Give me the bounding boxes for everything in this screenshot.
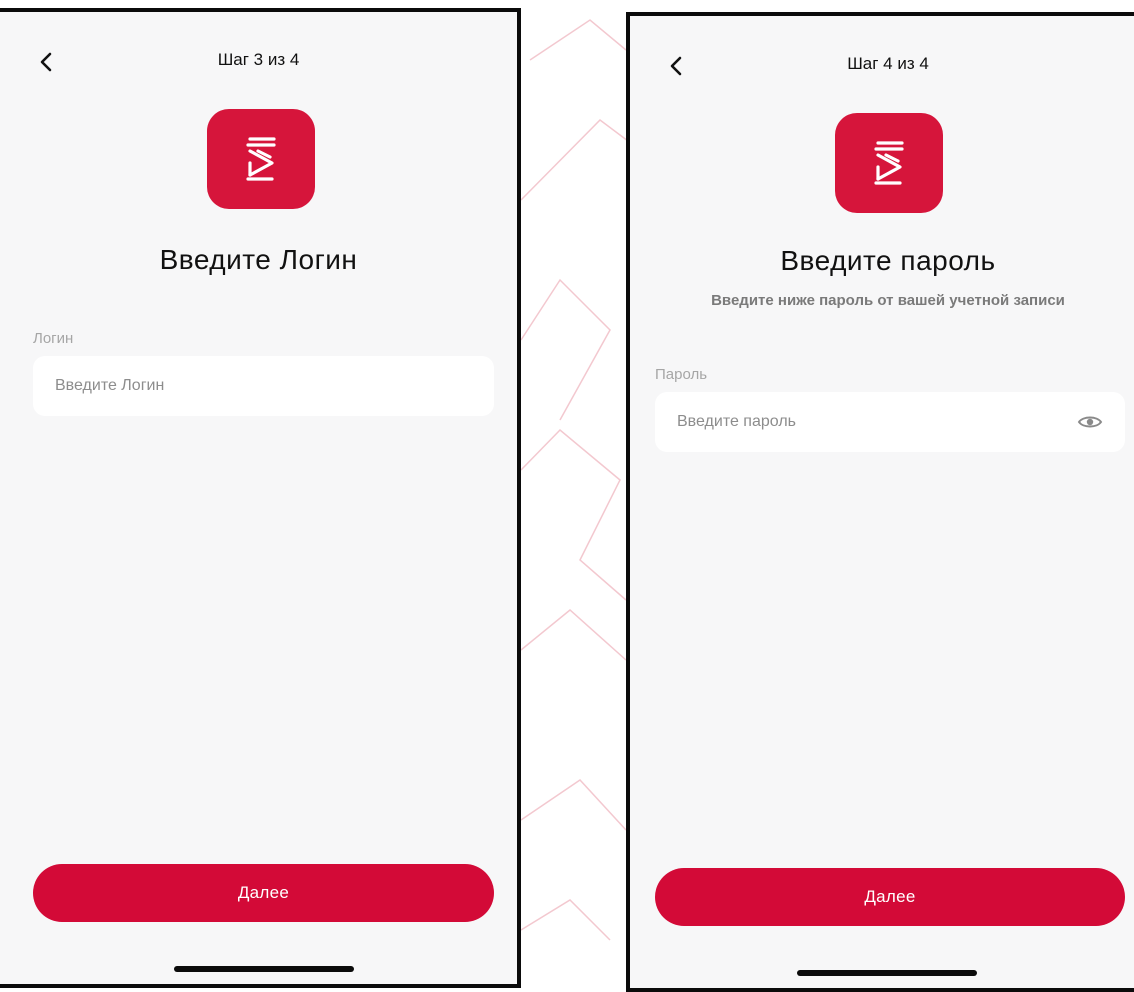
page-title: Введите Логин [159,244,358,275]
next-button[interactable]: Далее [33,864,494,922]
step-indicator: Шаг 4 из 4 [847,54,929,73]
page-subtitle: Введите ниже пароль от вашей учетной зап… [711,292,1065,309]
eye-icon[interactable] [1077,413,1103,431]
login-screen: Шаг 3 из 4 Введите Логин Логин Введите Л… [0,8,521,988]
home-indicator [797,970,977,976]
login-label: Логин [33,330,74,347]
page-title: Введите пароль [780,245,996,276]
password-screen: Шаг 4 из 4 Введите пароль Введите ниже п… [626,12,1134,992]
home-indicator [174,966,354,972]
app-logo [207,109,315,209]
password-input[interactable]: Введите пароль [655,392,1125,452]
app-logo-icon [874,141,904,185]
step-indicator: Шаг 3 из 4 [217,50,300,69]
next-button[interactable]: Далее [655,868,1125,926]
password-label: Пароль [655,366,708,383]
app-logo [835,113,943,213]
login-input[interactable]: Введите Логин [33,356,494,416]
app-logo-icon [246,137,276,181]
header: Шаг 3 из 4 [0,42,517,82]
password-input-placeholder: Введите пароль [677,413,796,430]
login-input-placeholder: Введите Логин [55,377,165,394]
header: Шаг 4 из 4 [630,46,1134,86]
